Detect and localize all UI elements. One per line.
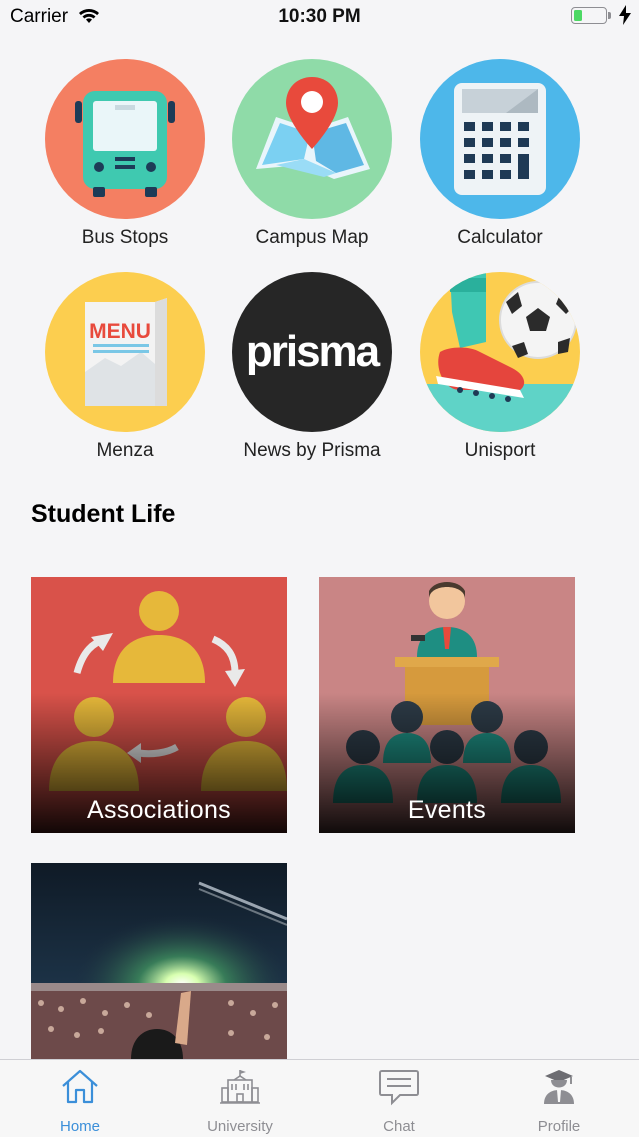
map-icon — [232, 59, 392, 219]
card-festival[interactable] — [31, 863, 287, 1059]
charging-icon — [619, 5, 631, 30]
app-label: Unisport — [464, 440, 536, 461]
tab-chat[interactable]: Chat — [319, 1060, 479, 1137]
app-unisport[interactable]: Unisport — [405, 272, 595, 462]
section-title-student-life: Student Life — [31, 500, 176, 528]
tab-label: University — [207, 1118, 273, 1135]
tab-profile[interactable]: Profile — [479, 1060, 639, 1137]
festival-photo — [31, 863, 287, 1059]
tab-label: Profile — [537, 1118, 581, 1135]
tab-label: Home — [59, 1118, 100, 1135]
prisma-logo-text: prisma — [246, 327, 381, 376]
prisma-logo: prisma — [232, 272, 392, 432]
football-icon — [420, 272, 580, 432]
menu-icon: MENU — [45, 272, 205, 432]
calculator-icon — [420, 59, 580, 219]
card-events[interactable]: Events — [319, 577, 575, 833]
app-label: Calculator — [457, 227, 543, 248]
app-label: News by Prisma — [243, 440, 381, 461]
chat-icon — [378, 1068, 420, 1111]
app-label: Menza — [96, 440, 154, 461]
tab-label: Chat — [383, 1118, 415, 1135]
university-icon — [220, 1068, 260, 1111]
card-label: Events — [407, 796, 487, 824]
app-bus-stops[interactable]: Bus Stops — [30, 59, 220, 249]
tab-university[interactable]: University — [160, 1060, 320, 1137]
app-campus-map[interactable]: Campus Map — [217, 59, 407, 249]
card-label: Associations — [87, 796, 231, 824]
menu-icon-text: MENU — [89, 320, 151, 343]
app-label: Bus Stops — [81, 227, 169, 248]
tab-bar: Home University Chat Profile — [0, 1059, 639, 1137]
status-bar: Carrier 10:30 PM — [0, 0, 639, 36]
profile-icon — [541, 1068, 577, 1111]
app-news-by-prisma[interactable]: prisma News by Prisma — [217, 272, 407, 462]
card-associations[interactable]: Associations — [31, 577, 287, 833]
battery-icon — [571, 7, 607, 24]
app-label: Campus Map — [255, 227, 369, 248]
tab-home[interactable]: Home — [0, 1060, 160, 1137]
battery-tip — [608, 12, 611, 19]
home-icon — [60, 1068, 100, 1109]
bus-icon — [45, 59, 205, 219]
clock: 10:30 PM — [278, 6, 361, 27]
app-menza[interactable]: MENU Menza — [30, 272, 220, 462]
app-calculator[interactable]: Calculator — [405, 59, 595, 249]
